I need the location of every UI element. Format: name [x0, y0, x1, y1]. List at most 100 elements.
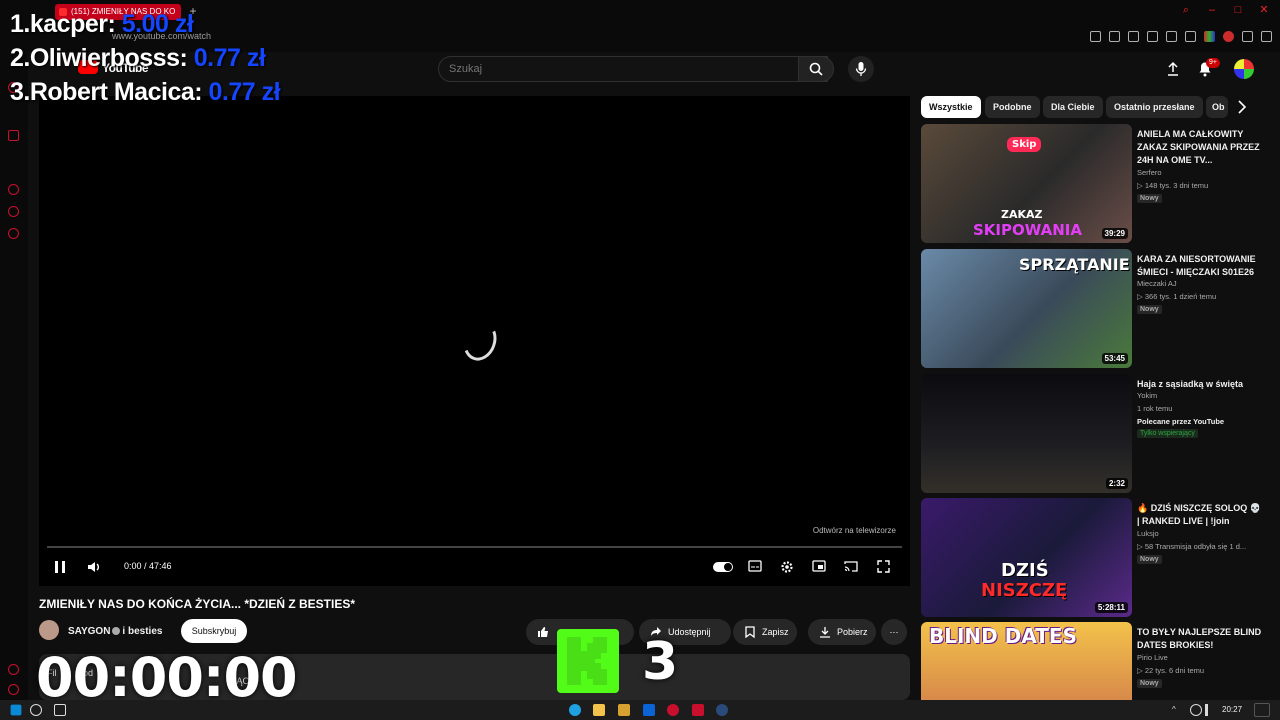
- task-view-icon[interactable]: [54, 704, 66, 716]
- search-taskbar-icon[interactable]: [30, 704, 42, 716]
- menu-icon[interactable]: [1261, 31, 1272, 42]
- video-thumbnail[interactable]: Skip ZAKAZ SKIPOWANIA 39:29: [921, 124, 1132, 243]
- volume-tray-icon[interactable]: [1205, 704, 1217, 716]
- calendar-icon[interactable]: [8, 130, 19, 141]
- gx-icon[interactable]: [8, 664, 19, 675]
- recommendation-item[interactable]: Skip ZAKAZ SKIPOWANIA 39:29 ANIELA MA CA…: [921, 124, 1271, 244]
- thumbnail-tag-text: Skip: [1007, 137, 1042, 152]
- recommendation-item[interactable]: SPRZĄTANIE 53:45 KARA ZA NIESORTOWANIE Ś…: [921, 249, 1271, 369]
- video-title[interactable]: TO BYŁY NAJLEPSZE BLIND DATES BROKIES!: [1137, 626, 1262, 652]
- thumbnail-text: SKIPOWANIA: [973, 221, 1082, 239]
- video-duration: 39:29: [1101, 228, 1128, 239]
- extensions-icon[interactable]: [1185, 31, 1196, 42]
- video-title[interactable]: ANIELA MA CAŁKOWITY ZAKAZ SKIPOWANIA PRZ…: [1137, 128, 1262, 167]
- subscribe-button[interactable]: Subskrybuj: [181, 619, 247, 643]
- search-input[interactable]: [449, 63, 769, 75]
- promo-text: Polecane przez YouTube: [1137, 417, 1225, 426]
- donor-row: 2.Oliwierbosss: 0.77 zł: [10, 44, 266, 72]
- settings-gear-icon[interactable]: [780, 560, 794, 574]
- extension-colorful-icon[interactable]: [1204, 31, 1215, 42]
- recommendation-item[interactable]: 2:32 Haja z sąsiadką w święta Yokim 1 ro…: [921, 374, 1271, 494]
- fullscreen-icon[interactable]: [877, 560, 890, 573]
- video-duration: 53:45: [1101, 353, 1128, 364]
- tray-chevron-icon[interactable]: ^: [1172, 706, 1182, 714]
- channel-name[interactable]: Serfero: [1137, 168, 1162, 177]
- chip-related[interactable]: Podobne: [985, 96, 1040, 118]
- video-title[interactable]: KARA ZA NIESORTOWANIE ŚMIECI - MIĘCZAKI …: [1137, 253, 1262, 279]
- download-button[interactable]: Pobierz: [808, 619, 876, 645]
- video-thumbnail[interactable]: 2:32: [921, 374, 1132, 493]
- members-only-badge: Tylko wspierający: [1137, 429, 1198, 438]
- notification-center-icon[interactable]: [1254, 703, 1270, 717]
- sidebar-more-icon[interactable]: [8, 684, 19, 695]
- snapshot-icon[interactable]: [1109, 31, 1120, 42]
- save-button[interactable]: Zapisz: [733, 619, 797, 645]
- play-icon[interactable]: [1147, 31, 1158, 42]
- download-icon[interactable]: [1242, 31, 1253, 42]
- recommendation-item[interactable]: DZIŚ NISZCZĘ 5:28:11 🔥 DZIŚ NISZCZĘ SOLO…: [921, 498, 1271, 618]
- kick-viewer-count: 3: [642, 632, 679, 692]
- miniplayer-icon[interactable]: [812, 560, 826, 572]
- video-thumbnail[interactable]: SPRZĄTANIE 53:45: [921, 249, 1132, 368]
- cast-hint-text: Odtwórz na telewizorze: [812, 526, 896, 535]
- channel-name[interactable]: Mieczaki AJ: [1137, 279, 1177, 288]
- history-icon[interactable]: [8, 184, 19, 195]
- progress-bar[interactable]: [47, 546, 902, 548]
- bookmark-icon[interactable]: [1090, 31, 1101, 42]
- window-controls: ⌕ – □ ✕: [1180, 4, 1270, 20]
- cast-icon[interactable]: [844, 560, 858, 572]
- video-meta: ▷ 58 Transmisja odbyła się 1 d...: [1137, 542, 1247, 551]
- video-player[interactable]: Odtwórz na telewizorze 0:00 / 47:46: [39, 96, 910, 586]
- video-meta: ▷ 366 tys. 1 dzień temu: [1137, 292, 1217, 301]
- microphone-icon: [855, 62, 867, 76]
- extension-red-icon[interactable]: [1223, 31, 1234, 42]
- chevron-right-icon[interactable]: [1237, 100, 1247, 114]
- subtitles-icon[interactable]: [748, 560, 762, 572]
- maximize-icon[interactable]: □: [1232, 4, 1244, 16]
- channel-avatar[interactable]: [39, 620, 59, 640]
- channel-name[interactable]: Yokim: [1137, 391, 1157, 400]
- volume-icon[interactable]: [87, 560, 101, 574]
- adblock-icon[interactable]: [1128, 31, 1139, 42]
- windows-start-icon[interactable]: [10, 704, 22, 716]
- channel-name[interactable]: SAYGON i besties: [68, 626, 162, 637]
- video-title[interactable]: Haja z sąsiadką w święta: [1137, 378, 1262, 391]
- heart-icon[interactable]: [1166, 31, 1177, 42]
- video-thumbnail[interactable]: BLIND DATES: [921, 622, 1132, 700]
- voice-search-button[interactable]: [848, 56, 874, 82]
- video-title[interactable]: 🔥 DZIŚ NISZCZĘ SOLOQ 💀 | RANKED LIVE | !…: [1137, 502, 1262, 528]
- bookmark-save-icon: [745, 626, 755, 638]
- network-icon[interactable]: [1190, 704, 1202, 716]
- file-explorer-icon[interactable]: [593, 704, 605, 716]
- folder-icon[interactable]: [618, 704, 630, 716]
- chip-more[interactable]: Ob: [1206, 96, 1228, 118]
- outlook-icon[interactable]: [643, 704, 655, 716]
- app-red-icon[interactable]: [692, 704, 704, 716]
- autoplay-toggle[interactable]: [713, 562, 733, 572]
- video-title: ZMIENIŁY NAS DO KOŃCA ŻYCIA... *DZIEŃ Z …: [39, 597, 356, 611]
- edge-icon[interactable]: [569, 704, 581, 716]
- chip-all[interactable]: Wszystkie: [921, 96, 981, 118]
- taskbar-clock[interactable]: 20:27: [1222, 705, 1242, 714]
- channel-name[interactable]: Luksjo: [1137, 529, 1159, 538]
- windows-taskbar: ^ 20:27: [0, 700, 1280, 720]
- video-thumbnail[interactable]: DZIŚ NISZCZĘ 5:28:11: [921, 498, 1132, 617]
- pause-icon[interactable]: [54, 560, 66, 574]
- close-window-icon[interactable]: ✕: [1258, 4, 1270, 16]
- recommendation-item[interactable]: BLIND DATES TO BYŁY NAJLEPSZE BLIND DATE…: [921, 622, 1271, 700]
- new-badge: Nowy: [1137, 679, 1162, 688]
- search-tabs-icon[interactable]: ⌕: [1180, 4, 1192, 16]
- channel-name[interactable]: Pirio Live: [1137, 653, 1168, 662]
- upload-icon[interactable]: [1166, 61, 1180, 77]
- account-avatar[interactable]: [1234, 59, 1254, 79]
- minimize-icon[interactable]: –: [1206, 4, 1218, 16]
- search-button[interactable]: [798, 56, 834, 82]
- steam-icon[interactable]: [716, 704, 728, 716]
- settings-sidebar-icon[interactable]: [8, 228, 19, 239]
- extensions-sidebar-icon[interactable]: [8, 206, 19, 217]
- chip-recently-uploaded[interactable]: Ostatnio przesłane: [1106, 96, 1203, 118]
- more-actions-button[interactable]: ⋯: [881, 619, 907, 645]
- chip-for-you[interactable]: Dla Ciebie: [1043, 96, 1103, 118]
- opera-gx-icon[interactable]: [667, 704, 679, 716]
- video-meta: 1 rok temu: [1137, 404, 1173, 413]
